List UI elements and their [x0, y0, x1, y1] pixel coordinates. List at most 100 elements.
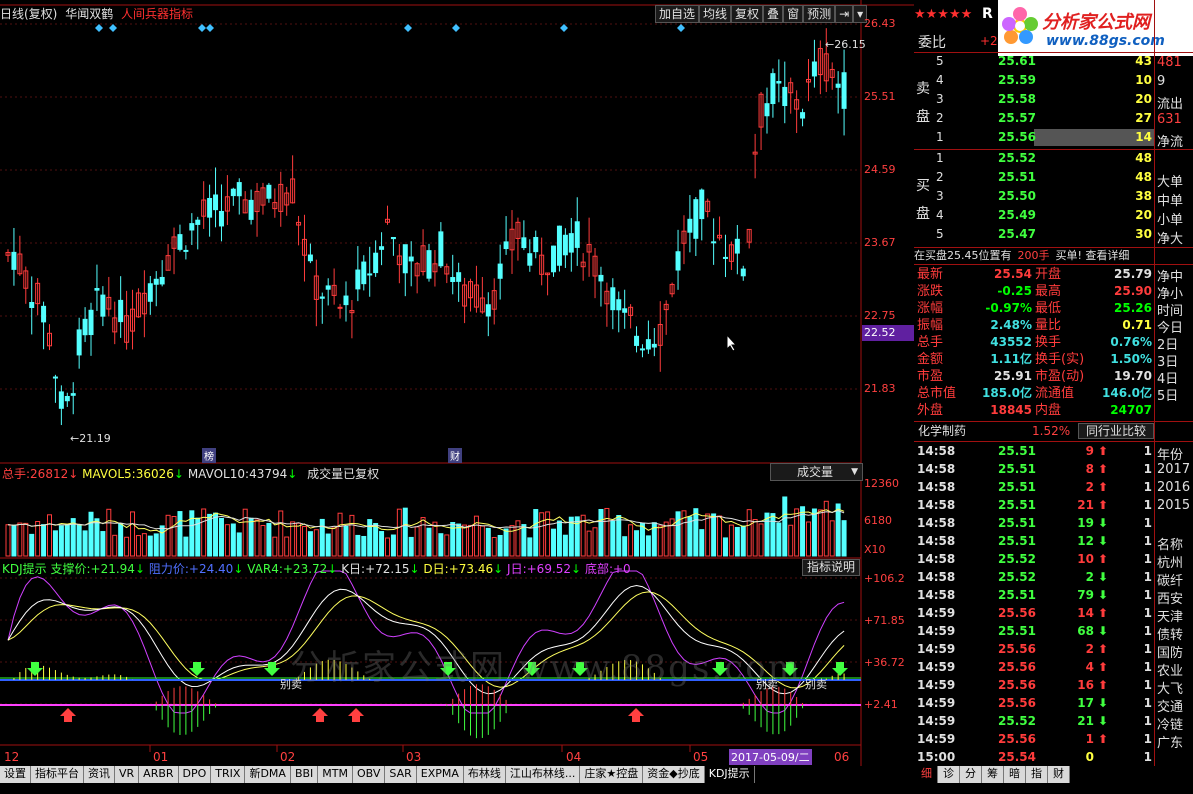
- volume-bar: [17, 522, 23, 557]
- volume-indicator-select[interactable]: 成交量 ▼: [770, 463, 863, 481]
- indicator-tab[interactable]: KDJ提示: [704, 766, 755, 783]
- buy-level-row[interactable]: 1 25.52 48: [914, 150, 1154, 167]
- add-watchlist-button[interactable]: 加自选: [655, 5, 700, 23]
- peer-compare-button[interactable]: 同行业比较: [1078, 423, 1154, 439]
- volume-bar: [88, 511, 94, 557]
- volume-bar: [384, 537, 390, 557]
- buy-level-row[interactable]: 5 25.47 30: [914, 226, 1154, 243]
- sell-level-row[interactable]: 4 25.59 10: [914, 72, 1154, 89]
- indicator-name[interactable]: 人间兵器指标: [121, 7, 193, 21]
- indicator-tab[interactable]: 资讯: [84, 766, 115, 783]
- indicator-tab[interactable]: BBI: [290, 766, 319, 783]
- indicator-tab[interactable]: ARBR: [139, 766, 179, 783]
- volume-bar: [218, 517, 224, 557]
- chart-toolbar: 加自选 均线 复权 叠 窗 预测 ⇥ ▾: [655, 5, 868, 23]
- candle-body: [616, 299, 622, 311]
- indicator-tab[interactable]: MTM: [318, 766, 353, 783]
- level-number: 2: [936, 111, 944, 125]
- tick-volume: 17: [1077, 696, 1094, 710]
- tick-time: 14:59: [917, 606, 956, 620]
- truncated-cell: 净大: [1157, 232, 1184, 247]
- ranking-marker[interactable]: 榜: [202, 448, 216, 463]
- indicator-tab[interactable]: SAR: [385, 766, 417, 783]
- tick-row: 14:59 25.52 21 ⬇ 1: [914, 712, 1154, 730]
- quote-label: 涨幅: [917, 301, 944, 316]
- tick-time: 14:58: [917, 552, 956, 566]
- period-high-value: 26.15: [834, 38, 866, 51]
- candle-body: [835, 83, 841, 88]
- candle-body: [189, 223, 195, 231]
- tick-count: 1: [1143, 732, 1152, 746]
- sell-signal-arrow-icon: [27, 662, 43, 676]
- tick-count: 1: [1143, 660, 1152, 674]
- buy-level-row[interactable]: 4 25.49 20: [914, 207, 1154, 224]
- expand-icon[interactable]: ⇥: [835, 5, 854, 23]
- level-price: 25.51: [998, 170, 1036, 184]
- volume-bar: [355, 534, 361, 557]
- indicator-tab[interactable]: DPO: [178, 766, 212, 783]
- volume-bar: [497, 534, 503, 557]
- volume-bar: [562, 534, 568, 557]
- period-high-label: ←26.15: [825, 38, 866, 51]
- window-button[interactable]: 窗: [783, 5, 804, 23]
- moving-average-button[interactable]: 均线: [699, 5, 732, 23]
- overlay-button[interactable]: 叠: [763, 5, 784, 23]
- j-value: +69.52: [526, 562, 572, 576]
- volume-bar: [663, 521, 669, 557]
- kdj-tick: +2.41: [864, 698, 898, 711]
- truncated-cell: 碳纤: [1157, 574, 1184, 589]
- sell-level-row[interactable]: 3 25.58 20: [914, 91, 1154, 108]
- indicator-tab[interactable]: 指标平台: [31, 766, 84, 783]
- indicator-tab[interactable]: 设置: [0, 766, 31, 783]
- adjust-price-button[interactable]: 复权: [731, 5, 764, 23]
- sell-level-row[interactable]: 5 25.61 43: [914, 53, 1154, 70]
- level-price: 25.61: [998, 54, 1036, 68]
- indicator-tab[interactable]: 资金◆抄底: [643, 766, 705, 783]
- buy-signal-arrow-icon: [312, 708, 328, 722]
- indicator-tab[interactable]: OBV: [353, 766, 386, 783]
- indicator-tab[interactable]: 江山布林线...: [505, 766, 581, 783]
- indicator-tab[interactable]: 布林线: [463, 766, 506, 783]
- tick-count: 1: [1143, 570, 1152, 584]
- tick-list[interactable]: 14:58 25.51 9 ⬆ 1 14:58 25.51 8 ⬆ 1 14:58 25.51 2 ⬆ 1 1…: [914, 442, 1193, 766]
- large-order-notice[interactable]: 在买盘25.45位置有 200手 买单! 查看详细: [914, 248, 1154, 264]
- quote-value: 0.76%: [1110, 335, 1152, 349]
- sell-level-row[interactable]: 1 25.56 14: [914, 129, 1154, 146]
- volume-bar: [728, 524, 734, 557]
- indicator-help-button[interactable]: 指标说明: [802, 559, 860, 576]
- sector-name[interactable]: 化学制药: [918, 422, 966, 440]
- sector-pct: 1.52%: [1032, 424, 1071, 438]
- quote-row: 最新 25.54 开盘 25.79: [914, 266, 1154, 283]
- tick-price: 25.51: [998, 498, 1036, 512]
- indicator-tab[interactable]: VR: [115, 766, 140, 783]
- volume-bar: [788, 524, 794, 557]
- buy-level-row[interactable]: 3 25.50 38: [914, 188, 1154, 205]
- candle-body: [367, 273, 373, 276]
- tick-price: 25.56: [998, 732, 1036, 746]
- forecast-button[interactable]: 预测: [803, 5, 836, 23]
- indicator-tab[interactable]: 新DMA: [245, 766, 291, 783]
- indicator-tab[interactable]: TRIX: [211, 766, 246, 783]
- volume-bar: [242, 508, 248, 557]
- volume-bar: [396, 508, 402, 557]
- indicator-tab[interactable]: 庄家★控盘: [580, 766, 644, 783]
- period-mode-label[interactable]: 日线(复权): [0, 7, 57, 21]
- arrow-up-icon: ⬆: [1098, 498, 1109, 512]
- tick-price: 25.51: [998, 516, 1036, 530]
- buy-level-row[interactable]: 2 25.51 48: [914, 169, 1154, 186]
- candle-body: [361, 261, 367, 285]
- finance-marker[interactable]: 财: [448, 448, 462, 463]
- candle-body: [195, 219, 201, 225]
- arrow-up-icon: ⬆: [1098, 732, 1109, 746]
- candle-body: [503, 241, 509, 250]
- tick-price: 25.51: [998, 462, 1036, 476]
- candle-body: [610, 287, 616, 311]
- tick-row: 14:58 25.51 12 ⬇ 1: [914, 532, 1154, 550]
- sell-level-row[interactable]: 2 25.57 27: [914, 110, 1154, 127]
- level-number: 3: [936, 189, 944, 203]
- total-volume-label: 总手:: [2, 467, 31, 481]
- quote-row: 振幅 2.48% 量比 0.71: [914, 317, 1154, 334]
- arrow-down-icon: ⬇: [1098, 714, 1109, 728]
- indicator-tab[interactable]: EXPMA: [416, 766, 464, 783]
- volume-bar: [545, 511, 551, 557]
